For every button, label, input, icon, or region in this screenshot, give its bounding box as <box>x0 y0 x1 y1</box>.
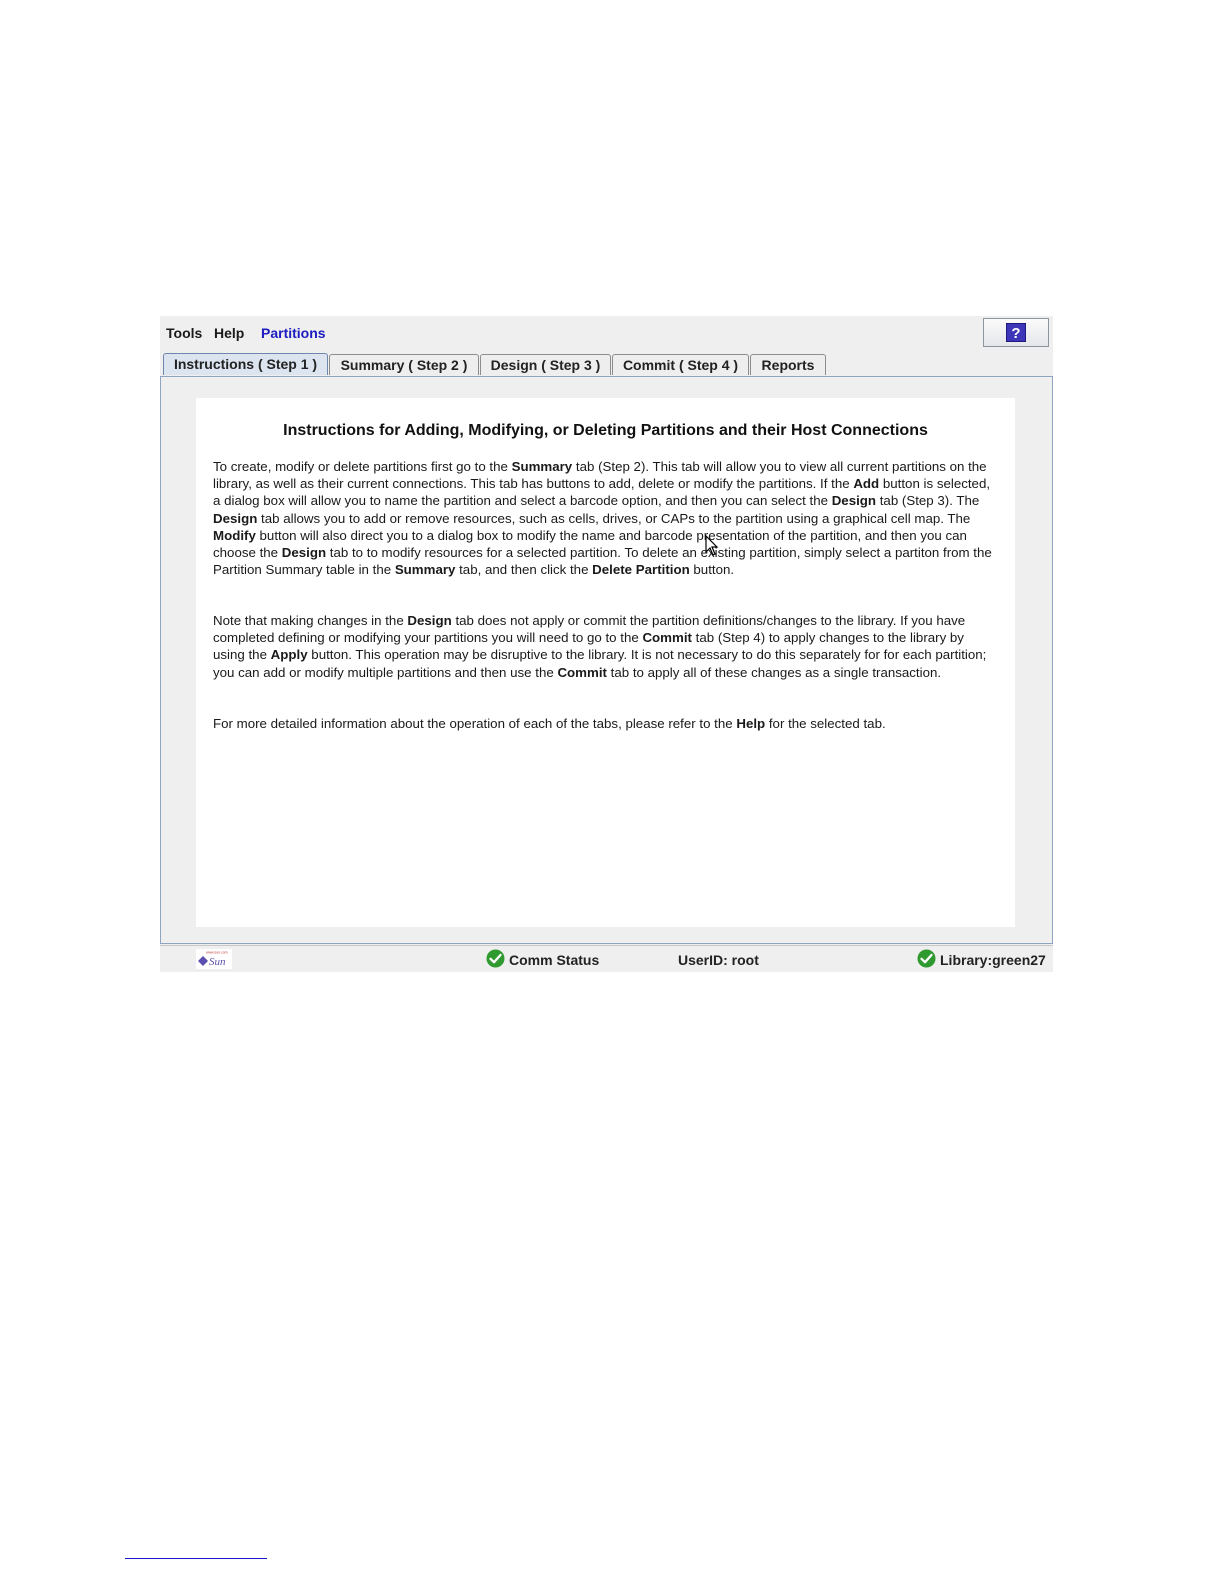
emphasis-text: Summary <box>394 562 456 578</box>
comm-status-check-icon <box>486 949 505 968</box>
instructions-panel: Instructions for Adding, Modifying, or D… <box>196 398 1015 927</box>
menu-partitions[interactable]: Partitions <box>261 325 326 341</box>
emphasis-text: Commit <box>642 630 692 646</box>
comm-status-label: Comm Status <box>509 952 600 968</box>
menu-bar: Tools Help Partitions ? <box>160 316 1053 350</box>
instructions-paragraph-1: To create, modify or delete partitions f… <box>213 459 992 578</box>
mouse-pointer-icon <box>705 535 719 556</box>
emphasis-text: Design <box>407 613 452 628</box>
user-id-label: UserID: root <box>678 952 759 968</box>
footnote-separator-line <box>125 1558 267 1559</box>
question-mark-icon: ? <box>1006 323 1026 342</box>
tab-strip: Instructions ( Step 1 ) Summary ( Step 2… <box>160 352 1053 376</box>
tab-reports[interactable]: Reports <box>750 354 826 375</box>
emphasis-text: Modify <box>213 527 256 543</box>
svg-text:Sun: Sun <box>209 956 226 968</box>
instructions-title: Instructions for Adding, Modifying, or D… <box>283 422 928 439</box>
emphasis-text: Help <box>736 716 766 731</box>
emphasis-text: Design <box>281 545 327 561</box>
emphasis-text: Add <box>853 476 880 492</box>
partitions-app-window: Tools Help Partitions ? Instructions ( S… <box>160 316 1053 972</box>
tab-instructions[interactable]: Instructions ( Step 1 ) <box>163 353 328 375</box>
emphasis-text: Design <box>831 493 877 509</box>
svg-text:www.sun.com: www.sun.com <box>206 951 228 955</box>
emphasis-text: Design <box>213 510 258 526</box>
sun-logo: www.sun.com Sun <box>196 949 232 969</box>
emphasis-text: Apply <box>270 647 308 663</box>
tab-summary[interactable]: Summary ( Step 2 ) <box>329 354 479 375</box>
tab-commit[interactable]: Commit ( Step 4 ) <box>612 354 749 375</box>
emphasis-text: Delete Partition <box>592 562 690 578</box>
menu-help[interactable]: Help <box>214 325 244 341</box>
instructions-paragraph-2: Note that making changes in the Design t… <box>213 613 987 680</box>
tab-panel: Instructions for Adding, Modifying, or D… <box>160 376 1053 944</box>
help-button[interactable]: ? <box>983 318 1049 347</box>
instructions-paragraph-3: For more detailed information about the … <box>213 716 886 731</box>
emphasis-text: Summary <box>511 459 573 474</box>
emphasis-text: Commit <box>557 664 607 680</box>
library-status-label: Library:green27 <box>940 952 1046 968</box>
status-bar: www.sun.com Sun Comm Status UserID: root… <box>160 945 1053 972</box>
menu-tools[interactable]: Tools <box>166 325 202 341</box>
library-status-check-icon <box>917 949 936 968</box>
tab-design[interactable]: Design ( Step 3 ) <box>480 354 611 375</box>
